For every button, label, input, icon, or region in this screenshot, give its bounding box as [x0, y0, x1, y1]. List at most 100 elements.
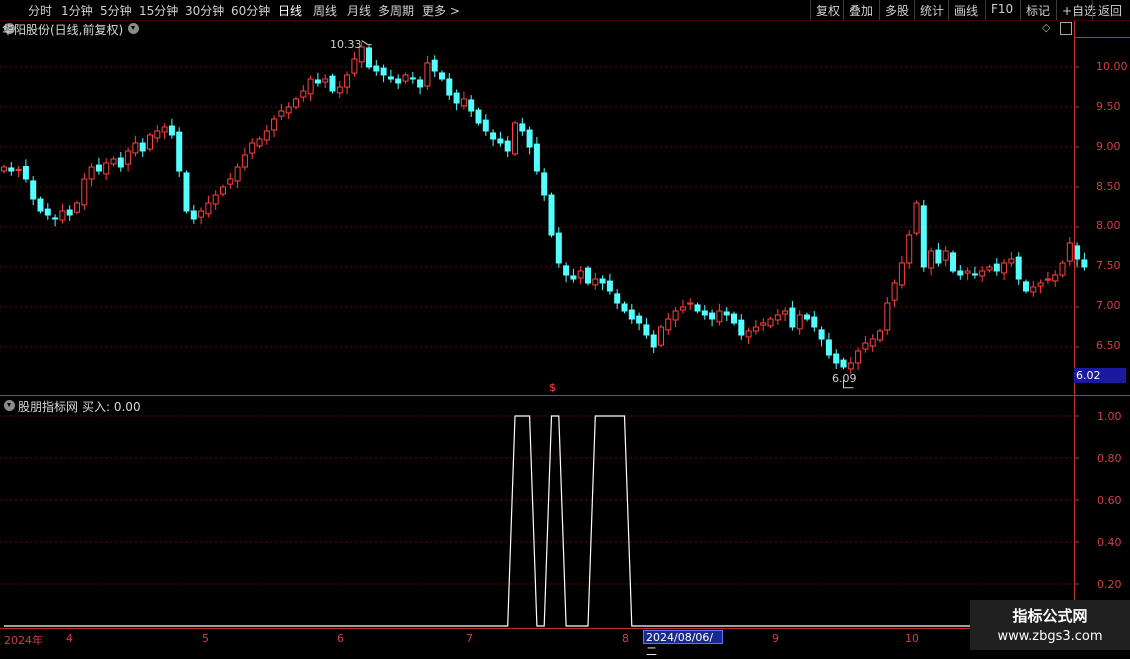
- candle-body: [716, 310, 723, 323]
- indicator-chevron-icon[interactable]: [4, 400, 15, 411]
- candle-body: [672, 310, 679, 321]
- period-tab-4[interactable]: 30分钟: [185, 2, 224, 19]
- candle-body: [220, 186, 226, 195]
- y-tick-label: 9.50: [1096, 100, 1121, 113]
- chart-canvas[interactable]: [0, 0, 1130, 650]
- y-tick-label: 7.50: [1096, 259, 1121, 272]
- y-tick-label: 8.50: [1096, 180, 1121, 193]
- candle-body: [468, 99, 475, 112]
- candle-body: [387, 76, 394, 80]
- diamond-icon[interactable]: ◇: [1042, 21, 1050, 34]
- candle-body: [256, 138, 263, 147]
- x-axis-label: 5: [202, 632, 209, 645]
- toolbar-action-2[interactable]: 多股: [879, 0, 914, 20]
- candle-body: [66, 209, 73, 216]
- stock-title: 华阳股份(日线,前复权): [2, 23, 124, 37]
- candle-body: [125, 150, 132, 165]
- panel-toggle-icon[interactable]: [1060, 22, 1072, 35]
- candle-body: [431, 59, 438, 72]
- toolbar-action-0[interactable]: 复权: [810, 0, 843, 20]
- indicator-title: 股朋指标网: [18, 400, 79, 414]
- candle-body: [884, 302, 891, 331]
- period-toolbar: 分时 1分钟 5分钟 15分钟 30分钟 60分钟 日线 周线 月线 多周期 更多 > 复权 叠加 多股统…: [0, 0, 1130, 21]
- candle-body: [373, 65, 380, 72]
- y-tick-label: 10.00: [1096, 60, 1128, 73]
- period-tab-5[interactable]: 60分钟: [231, 2, 270, 19]
- candle-body: [482, 119, 489, 132]
- candle-body: [877, 330, 883, 341]
- period-tab-3[interactable]: 15分钟: [139, 2, 178, 19]
- candle-body: [913, 202, 920, 234]
- frame-layer: [0, 20, 1130, 650]
- candle-body: [1074, 245, 1081, 260]
- toolbar-action-7[interactable]: +自选: [1056, 0, 1096, 20]
- period-tab-7[interactable]: 周线: [313, 2, 337, 19]
- candle-body: [1030, 286, 1037, 293]
- candle-body: [701, 310, 708, 316]
- candle-body: [1008, 258, 1015, 264]
- candle-body: [183, 172, 190, 212]
- candle-body: [796, 314, 803, 330]
- toolbar-action-8[interactable]: 返回: [1092, 0, 1130, 20]
- period-tab-0[interactable]: 分时: [28, 2, 52, 19]
- ind-y-tick-label: 0.80: [1097, 452, 1122, 465]
- period-tab-9[interactable]: 多周期: [378, 2, 414, 19]
- candle-body: [636, 315, 643, 324]
- candle-body: [30, 180, 37, 200]
- period-tab-10[interactable]: 更多 >: [422, 2, 460, 19]
- candle-body: [855, 350, 862, 364]
- candle-body: [585, 267, 591, 284]
- period-tab-1[interactable]: 1分钟: [61, 2, 93, 19]
- candle-body: [1, 166, 7, 172]
- candle-body: [366, 47, 372, 68]
- candle-body: [942, 250, 949, 261]
- candle-body: [519, 123, 526, 132]
- candle-body: [1015, 256, 1022, 280]
- candle-body: [497, 138, 504, 144]
- candle-body: [709, 312, 716, 320]
- candle-body: [738, 319, 745, 336]
- candle-body: [52, 217, 59, 220]
- candle-body: [1066, 242, 1073, 262]
- period-tab-8[interactable]: 月线: [347, 2, 371, 19]
- x-axis-label: 7: [466, 632, 473, 645]
- candle-body: [1001, 262, 1008, 274]
- toolbar-action-6[interactable]: 标记: [1020, 0, 1056, 20]
- y-tick-label: 9.00: [1096, 140, 1121, 153]
- candles-layer[interactable]: [1, 40, 1088, 389]
- x-axis-label: 8: [622, 632, 629, 645]
- candle-body: [132, 142, 139, 154]
- candle-body: [920, 205, 927, 268]
- candle-body: [110, 158, 117, 165]
- candle-body: [300, 90, 307, 98]
- cursor-date-box: 2024/08/06/二: [643, 630, 723, 658]
- toolbar-action-1[interactable]: 叠加: [843, 0, 879, 20]
- candle-body: [862, 342, 869, 350]
- candle-body: [198, 210, 205, 218]
- toolbar-action-4[interactable]: 画线: [948, 0, 985, 20]
- candle-body: [592, 278, 599, 286]
- candle-body: [723, 311, 730, 316]
- candle-body: [176, 131, 183, 172]
- candle-body: [1044, 278, 1051, 281]
- candle-body: [446, 78, 453, 96]
- candle-body: [752, 326, 759, 332]
- candle-body: [950, 252, 956, 272]
- title-menu-icon[interactable]: [128, 23, 139, 34]
- current-price-box: 6.02: [1074, 368, 1126, 383]
- candle-body: [380, 67, 387, 76]
- period-tab-2[interactable]: 5分钟: [100, 2, 132, 19]
- candle-body: [665, 318, 672, 331]
- candle-body: [512, 122, 518, 155]
- period-tab-6[interactable]: 日线: [278, 2, 302, 19]
- candle-body: [161, 126, 168, 133]
- low-price-label: 6.09: [832, 372, 857, 385]
- toolbar-action-5[interactable]: F10: [985, 0, 1020, 20]
- candle-body: [227, 178, 234, 185]
- toolbar-action-3[interactable]: 统计: [914, 0, 948, 20]
- candle-body: [1052, 274, 1059, 282]
- candle-body: [650, 334, 657, 348]
- candle-body: [139, 142, 146, 152]
- candle-body: [1081, 259, 1088, 268]
- candle-body: [811, 316, 818, 328]
